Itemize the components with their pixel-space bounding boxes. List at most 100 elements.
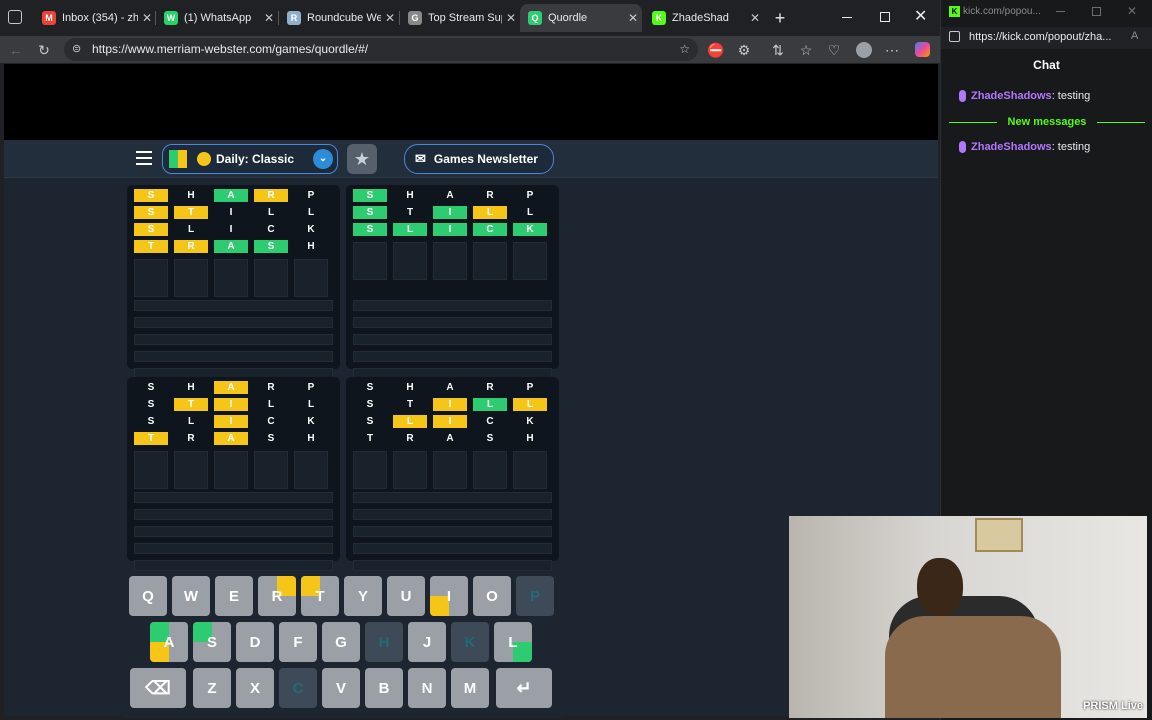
key-y[interactable]: Y: [344, 576, 382, 616]
browser-tab[interactable]: W (1) WhatsApp ✕: [156, 4, 278, 32]
popout-address-bar[interactable]: https://kick.com/popout/zha... A: [941, 27, 1152, 49]
close-tab-icon[interactable]: ✕: [502, 11, 520, 25]
close-tab-icon[interactable]: ✕: [260, 11, 278, 25]
extension-red-icon[interactable]: ⛔: [706, 40, 726, 60]
key-c[interactable]: C: [279, 668, 317, 708]
key-label: L: [508, 633, 518, 651]
guess-row: SLICK: [134, 223, 328, 236]
guess-row: S H AR P: [134, 189, 328, 202]
newsletter-button[interactable]: ✉ Games Newsletter: [404, 144, 554, 174]
close-tab-icon[interactable]: ✕: [624, 11, 642, 25]
key-n[interactable]: N: [408, 668, 446, 708]
address-bar[interactable]: ⊜ https://www.merriam-webster.com/games/…: [64, 38, 698, 61]
key-k[interactable]: K: [451, 622, 489, 662]
letter-tile: S: [254, 240, 288, 253]
close-tab-icon[interactable]: ✕: [138, 11, 156, 25]
key-j[interactable]: J: [408, 622, 446, 662]
tab-actions-icon[interactable]: [8, 10, 22, 24]
new-tab-button[interactable]: +: [770, 6, 790, 30]
key-d[interactable]: D: [236, 622, 274, 662]
enter-key[interactable]: ↵: [496, 668, 552, 708]
key-u[interactable]: U: [387, 576, 425, 616]
key-f[interactable]: F: [279, 622, 317, 662]
key-g[interactable]: G: [322, 622, 360, 662]
sync-icon[interactable]: ⇅: [768, 40, 788, 60]
key-x[interactable]: X: [236, 668, 274, 708]
key-o[interactable]: O: [473, 576, 511, 616]
key-a[interactable]: A: [150, 622, 188, 662]
key-label: D: [249, 633, 261, 651]
key-w[interactable]: W: [172, 576, 210, 616]
back-icon[interactable]: ←: [6, 40, 26, 60]
key-i[interactable]: I: [430, 576, 468, 616]
key-h[interactable]: H: [365, 622, 403, 662]
key-p[interactable]: P: [516, 576, 554, 616]
chevron-down-icon[interactable]: ⌄: [313, 149, 333, 169]
letter-tile: R: [187, 433, 195, 444]
popout-close-icon[interactable]: ✕: [1127, 4, 1137, 18]
remaining-guess-row: [134, 300, 333, 311]
chat-username[interactable]: ZhadeShadows: [971, 141, 1052, 153]
close-tab-icon[interactable]: ✕: [746, 11, 764, 25]
maximize-icon[interactable]: [880, 12, 890, 22]
mic-badge-icon: [959, 141, 966, 153]
read-aloud-icon[interactable]: A: [1131, 30, 1138, 42]
extensions-icon[interactable]: ⚙: [734, 40, 754, 60]
key-label: N: [421, 679, 433, 697]
menu-dots-icon[interactable]: ⋯: [882, 40, 902, 60]
key-q[interactable]: Q: [129, 576, 167, 616]
key-m[interactable]: M: [451, 668, 489, 708]
popout-maximize-icon[interactable]: [1092, 7, 1101, 16]
letter-tile: S: [353, 189, 387, 202]
smile-emoji-icon: [197, 152, 211, 166]
kick-icon: K: [652, 11, 666, 25]
key-label: U: [400, 587, 412, 605]
copilot-icon[interactable]: [912, 40, 932, 60]
empty-tile: [174, 451, 208, 489]
letter-tile: S: [366, 399, 374, 410]
letter-tile: P: [307, 382, 315, 393]
key-label: T: [315, 587, 325, 605]
star-button[interactable]: ★: [347, 144, 377, 174]
key-r[interactable]: R: [258, 576, 296, 616]
reload-icon[interactable]: ↻: [34, 40, 54, 60]
browser-tab[interactable]: Q Quordle ✕: [520, 4, 642, 32]
key-e[interactable]: E: [215, 576, 253, 616]
browser-tab[interactable]: K ZhadeShad ✕: [644, 4, 764, 32]
site-info-icon[interactable]: ⊜: [72, 38, 81, 61]
close-tab-icon[interactable]: ✕: [381, 11, 399, 25]
key-b[interactable]: B: [365, 668, 403, 708]
profile-avatar[interactable]: [854, 40, 874, 60]
backspace-key[interactable]: ⌫: [130, 668, 186, 708]
bookmark-star-icon[interactable]: ☆: [679, 38, 690, 61]
key-label: M: [463, 679, 477, 697]
letter-tile: H: [526, 433, 534, 444]
popout-minimize-icon[interactable]: [1056, 11, 1065, 12]
empty-tile: [254, 259, 288, 297]
browser-tab[interactable]: G Top Stream Supp✕: [400, 4, 520, 32]
browser-tab[interactable]: M Inbox (354) - zha ✕: [34, 4, 156, 32]
letter-tile: H: [406, 190, 414, 201]
hamburger-menu-icon[interactable]: [136, 151, 152, 165]
key-l[interactable]: L: [494, 622, 532, 662]
key-v[interactable]: V: [322, 668, 360, 708]
minimize-icon[interactable]: [842, 17, 852, 18]
key-z[interactable]: Z: [193, 668, 231, 708]
key-label: A: [163, 633, 175, 651]
key-t[interactable]: T: [301, 576, 339, 616]
close-window-icon[interactable]: ✕: [914, 8, 930, 26]
empty-tile: [134, 451, 168, 489]
letter-tile: S: [353, 223, 387, 236]
empty-tile: [473, 451, 507, 489]
favorites-icon[interactable]: ☆: [796, 40, 816, 60]
key-s[interactable]: S: [193, 622, 231, 662]
browser-tab[interactable]: R Roundcube Web ✕: [279, 4, 399, 32]
mode-selector[interactable]: Daily: Classic ⌄: [162, 144, 338, 174]
key-label: ⌫: [145, 677, 171, 698]
chat-username[interactable]: ZhadeShadows: [971, 90, 1052, 102]
chat-text: : testing: [1051, 90, 1091, 102]
heart-icon[interactable]: ♡: [824, 40, 844, 60]
empty-tile: [353, 242, 387, 280]
guess-row: TRASH: [134, 432, 328, 445]
person-body: [885, 616, 1061, 718]
